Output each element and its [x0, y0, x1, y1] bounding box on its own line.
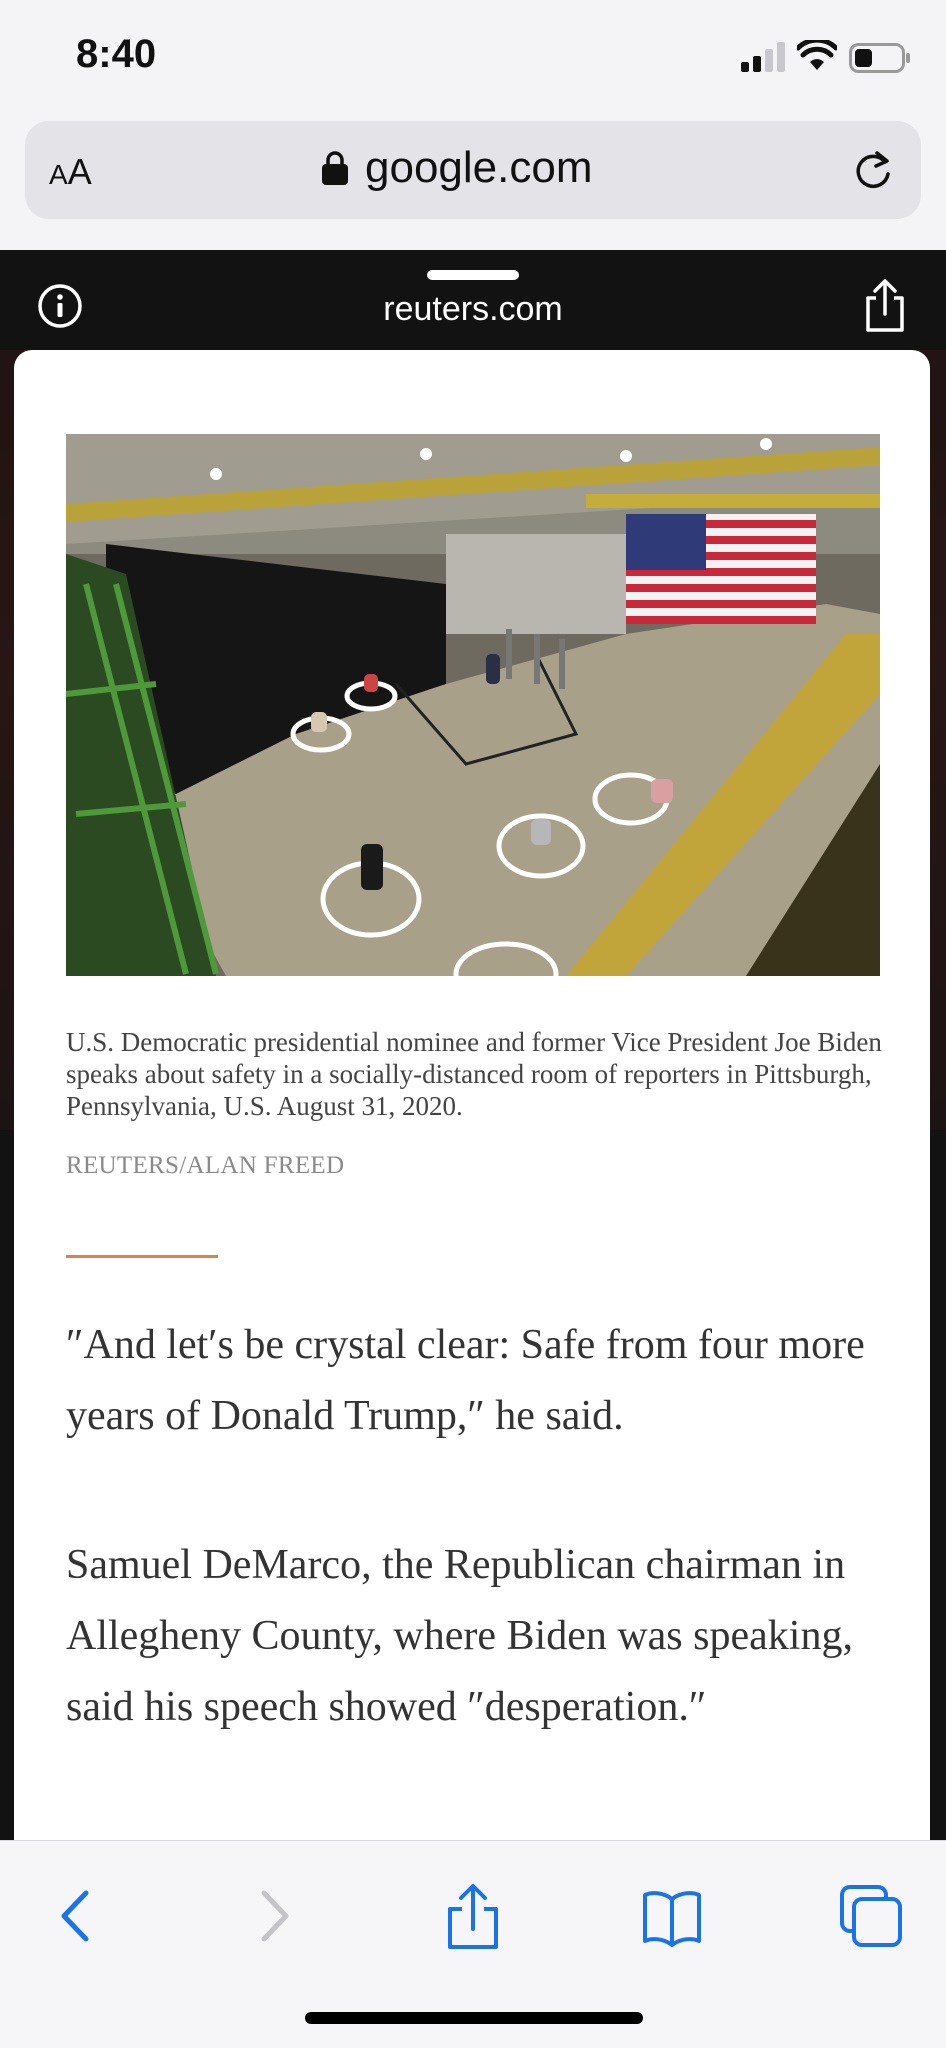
back-button[interactable]: [42, 1881, 112, 1951]
article-paragraph: ″And let′s be crystal clear: Safe from f…: [66, 1322, 865, 1439]
reload-icon[interactable]: [851, 148, 895, 192]
bookmarks-button[interactable]: [637, 1881, 707, 1951]
book-icon: [643, 1891, 701, 1947]
url-domain: google.com: [365, 143, 593, 192]
clock: 8:40: [76, 32, 157, 76]
cellular-signal-icon: [741, 42, 785, 72]
section-divider: [66, 1255, 218, 1258]
tabs-icon: [840, 1885, 902, 1947]
photo-credit: REUTERS/ALAN FREED: [66, 1152, 345, 1179]
photo-caption: U.S. Democratic presidential nominee and…: [66, 1027, 882, 1121]
share-button[interactable]: [438, 1881, 508, 1951]
text-size-big-label: A: [67, 151, 92, 192]
address-bar-area: AA google.com: [0, 118, 946, 250]
tabs-button[interactable]: [836, 1881, 906, 1951]
chevron-right-icon: [261, 1890, 289, 1942]
chevron-left-icon: [61, 1890, 89, 1942]
lock-icon: [322, 151, 348, 185]
address-bar[interactable]: AA google.com: [25, 121, 921, 219]
text-size-small-label: A: [49, 159, 68, 190]
drag-handle[interactable]: [427, 270, 519, 280]
wifi-icon: [797, 40, 837, 70]
battery-icon: [849, 43, 910, 73]
article-paragraph: Samuel DeMarco, the Republican chairman …: [66, 1542, 853, 1730]
article-card: U.S. Democratic presidential nominee and…: [14, 350, 930, 1840]
share-icon: [448, 1884, 498, 1949]
share-icon[interactable]: [862, 278, 908, 334]
status-bar: 8:40: [0, 0, 946, 118]
forward-button[interactable]: [238, 1881, 308, 1951]
amp-site-name[interactable]: reuters.com: [0, 290, 946, 329]
home-indicator[interactable]: [305, 2012, 643, 2024]
article-photo[interactable]: [66, 434, 880, 976]
text-size-button[interactable]: AA: [49, 151, 92, 193]
